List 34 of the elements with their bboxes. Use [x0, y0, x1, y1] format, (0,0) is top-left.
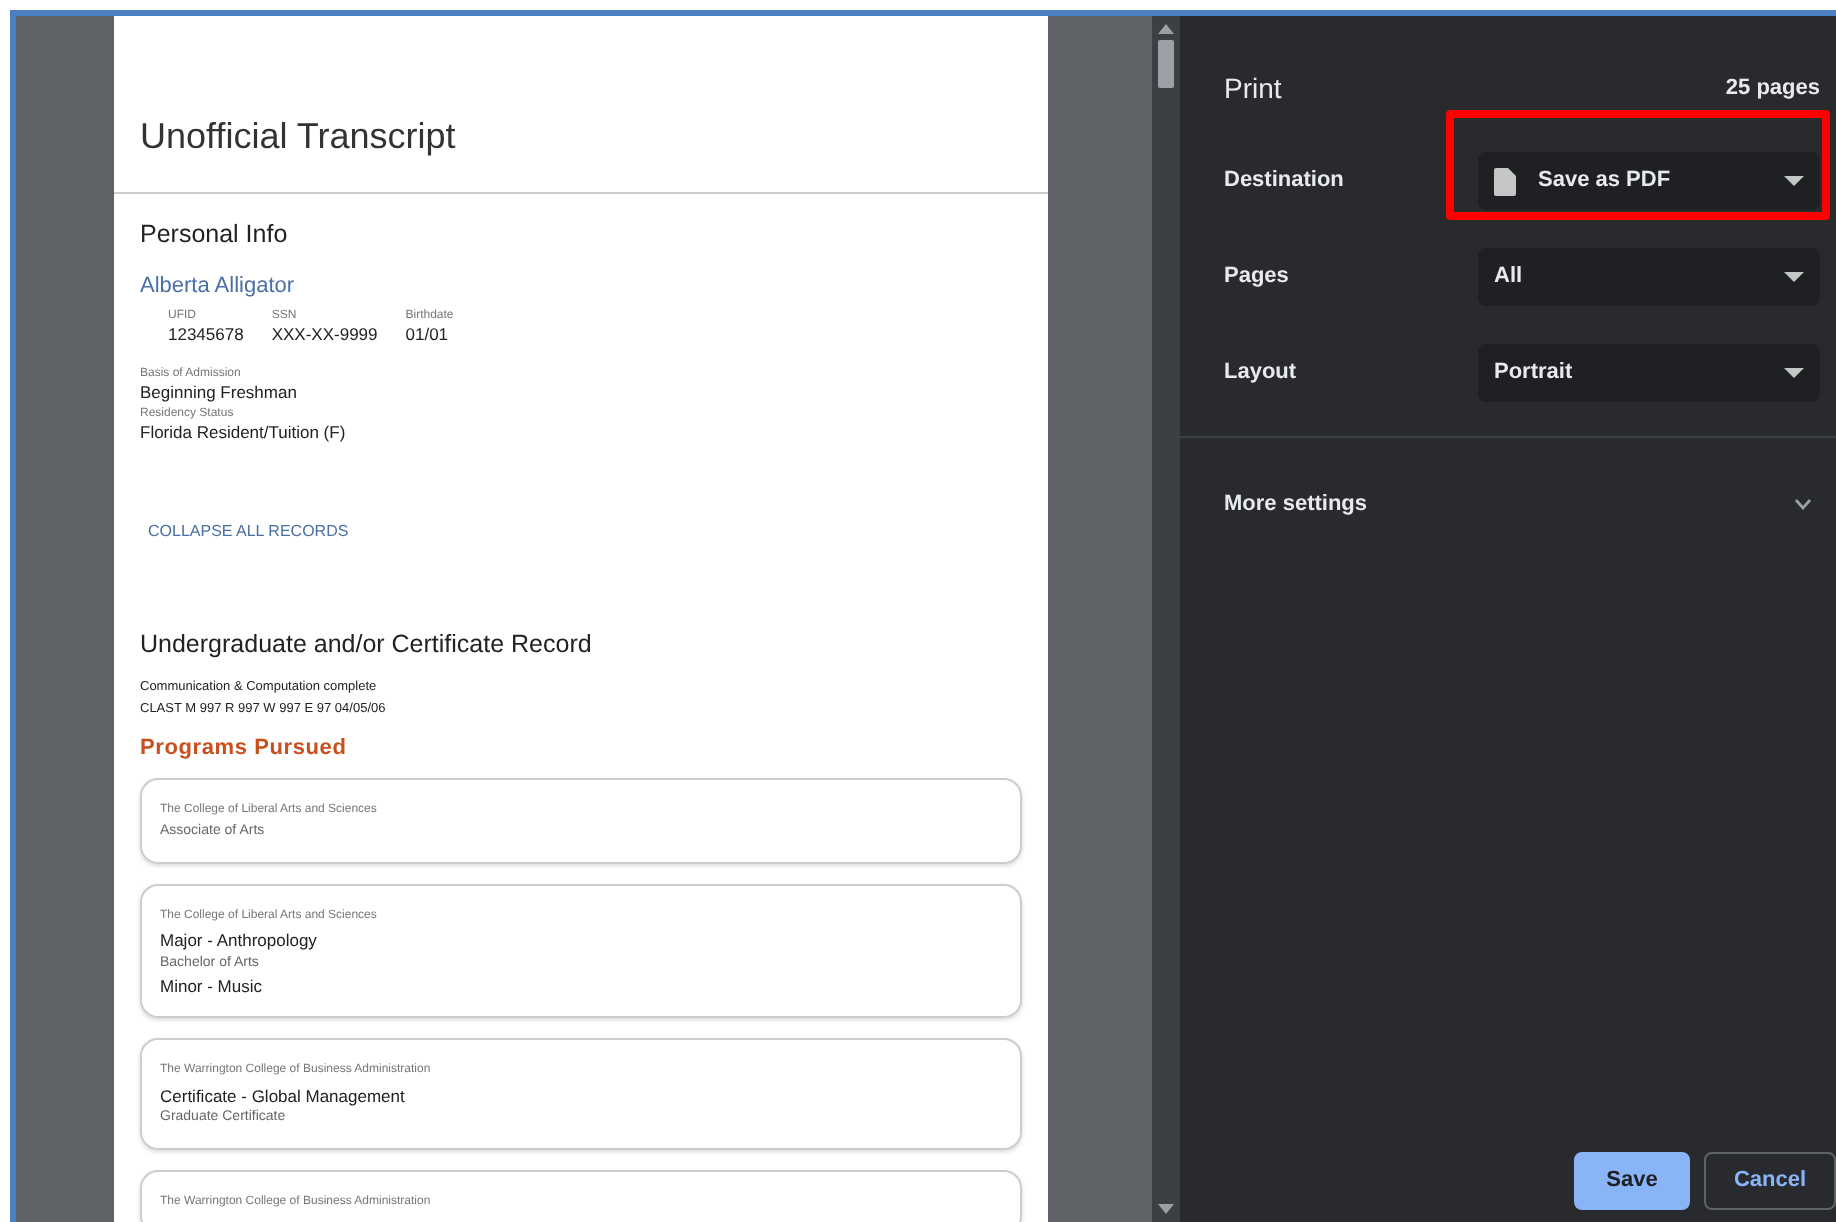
- collapse-all-link[interactable]: COLLAPSE ALL RECORDS: [148, 519, 349, 544]
- more-settings-toggle[interactable]: More settings: [1180, 438, 1836, 521]
- program-name: Certificate - Global Management: [160, 1083, 407, 1109]
- setting-dropdown[interactable]: Save as PDF: [1478, 152, 1820, 210]
- caret-icon: [1784, 272, 1804, 282]
- print-title: Print: [1224, 70, 1282, 108]
- setting-label: Destination: [1224, 166, 1346, 197]
- save-button[interactable]: Save: [1574, 1152, 1690, 1210]
- page-count: 25 pages: [1725, 74, 1820, 105]
- field-value: Beginning Freshman: [140, 382, 299, 404]
- section-heading: Personal Info: [140, 218, 290, 252]
- setting-dropdown[interactable]: All: [1478, 248, 1820, 306]
- field-value: Florida Resident/Tuition (F): [140, 422, 348, 444]
- scrollbar[interactable]: [1152, 16, 1180, 1222]
- field-value: 01/01: [405, 324, 451, 347]
- setting-label: Pages: [1224, 262, 1291, 293]
- programs-heading: Programs Pursued: [140, 733, 349, 764]
- scrollbar-thumb[interactable]: [1158, 40, 1174, 88]
- scroll-down-icon[interactable]: [1158, 1204, 1174, 1214]
- scroll-up-icon[interactable]: [1158, 24, 1174, 34]
- program-name: Minor - Music: [160, 974, 265, 999]
- cancel-button[interactable]: Cancel: [1704, 1152, 1836, 1210]
- file-icon: [1494, 167, 1516, 195]
- setting-dropdown[interactable]: Portrait: [1478, 344, 1820, 402]
- student-name: Alberta Alligator: [140, 271, 297, 302]
- setting-label: Layout: [1224, 358, 1299, 389]
- caret-icon: [1784, 176, 1804, 186]
- caret-icon: [1784, 368, 1804, 378]
- program-name: Major - Anthropology: [160, 928, 319, 954]
- document-title: Unofficial Transcript: [114, 16, 1048, 194]
- field-value: 12345678: [168, 324, 244, 347]
- section-heading: Undergraduate and/or Certificate Record: [140, 627, 594, 662]
- chevron-icon: [1794, 498, 1812, 511]
- field-value: XXX-XX-9999: [271, 324, 378, 347]
